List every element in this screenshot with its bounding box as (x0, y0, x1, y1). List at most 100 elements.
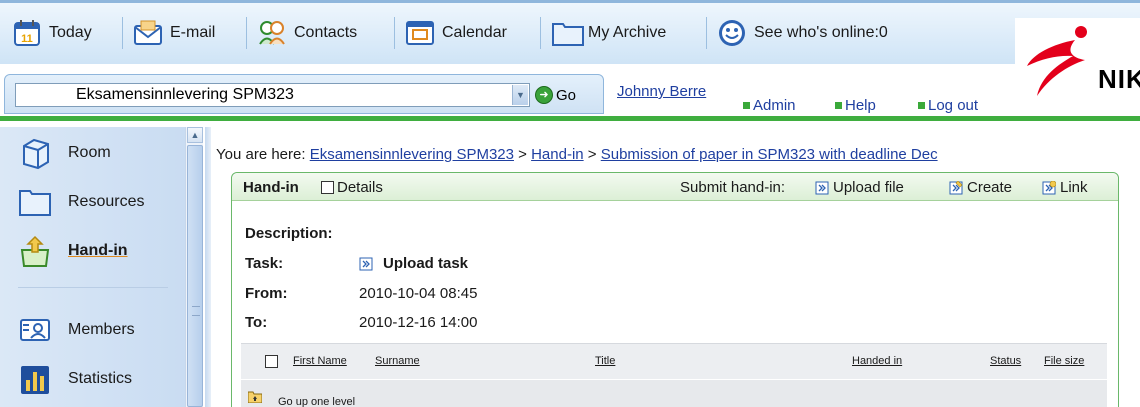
toolbar-contacts-label: Contacts (294, 24, 358, 41)
checkbox-icon[interactable] (321, 181, 334, 194)
logout-link-label: Log out (928, 97, 979, 114)
logout-link[interactable]: Log out (918, 97, 978, 114)
breadcrumb-link-hand-in[interactable]: Hand-in (531, 146, 584, 163)
toolbar-separator (122, 17, 123, 49)
sidebar-item-resources[interactable]: Resources (18, 184, 144, 220)
go-arrow-icon: ➜ (535, 86, 553, 104)
sidebar-item-statistics[interactable]: Statistics (18, 361, 132, 397)
column-header-handed-in[interactable]: Handed in (852, 355, 902, 367)
sidebar-item-room[interactable]: Room (18, 135, 111, 171)
toolbar-separator (394, 17, 395, 49)
toolbar-separator (246, 17, 247, 49)
contacts-people-icon (257, 18, 287, 48)
upload-icon (359, 257, 373, 271)
sidebar-item-label: Resources (68, 193, 145, 210)
scrollbar-grip (192, 306, 200, 316)
sidebar-scrollbar[interactable]: ▲ (185, 127, 203, 407)
members-card-icon (18, 313, 52, 347)
bullet-icon (743, 102, 750, 109)
link-button[interactable]: Link (1042, 179, 1088, 196)
smiley-online-icon (717, 18, 747, 48)
upload-file-label: Upload file (833, 179, 904, 196)
link-label: Link (1060, 179, 1088, 196)
toolbar-my-archive[interactable]: My Archive (551, 13, 666, 53)
admin-link[interactable]: Admin (743, 97, 796, 114)
column-header-surname[interactable]: Surname (375, 355, 420, 367)
room-cube-icon (18, 136, 52, 170)
details-label: Details (337, 179, 383, 196)
scroll-up-arrow-icon[interactable]: ▲ (187, 127, 203, 143)
column-header-status[interactable]: Status (990, 355, 1021, 367)
task-link[interactable]: Upload task (359, 255, 468, 272)
logo-mark-icon (1027, 26, 1087, 96)
hand-in-tray-icon (18, 234, 52, 268)
accent-divider (0, 116, 1140, 121)
toolbar-separator (540, 17, 541, 49)
breadcrumb-separator: > (587, 146, 597, 163)
course-selector-box: Eksamensinnlevering SPM323 ▼ ➜ Go (4, 74, 604, 114)
upload-file-button[interactable]: Upload file (815, 179, 904, 196)
app-window: 11 Today E-mail Contacts Calendar My Arc… (0, 0, 1140, 407)
breadcrumb-link-submission[interactable]: Submission of paper in SPM323 with deadl… (601, 146, 938, 163)
task-label: Task: (245, 255, 284, 272)
details-checkbox[interactable]: Details (321, 179, 383, 196)
course-select[interactable]: Eksamensinnlevering SPM323 ▼ (15, 83, 530, 107)
toolbar-separator (706, 17, 707, 49)
scrollbar-thumb[interactable] (187, 145, 203, 407)
bar-chart-icon (18, 362, 52, 396)
table-row[interactable]: Go up one level (241, 380, 1107, 407)
toolbar-calendar[interactable]: Calendar (405, 13, 507, 53)
to-value: 2010-12-16 14:00 (359, 314, 478, 331)
create-icon (949, 180, 963, 195)
envelope-icon (133, 18, 163, 48)
sidebar-item-members[interactable]: Members (18, 312, 135, 348)
breadcrumb-separator: > (518, 146, 527, 163)
go-button-label: Go (556, 86, 577, 104)
to-label: To: (245, 314, 268, 331)
toolbar-contacts[interactable]: Contacts (257, 13, 357, 53)
from-label: From: (245, 285, 288, 302)
create-button[interactable]: Create (949, 179, 1012, 196)
admin-link-label: Admin (753, 97, 796, 114)
sidebar-item-hand-in[interactable]: Hand-in (18, 233, 128, 269)
breadcrumb: You are here: Eksamensinnlevering SPM323… (216, 146, 1140, 163)
column-header-file-size[interactable]: File size (1044, 355, 1084, 367)
user-name-link[interactable]: Johnny Berre (617, 83, 706, 100)
hand-in-panel: Hand-in Details Submit hand-in: Upload f… (231, 172, 1119, 407)
toolbar-today[interactable]: 11 Today (12, 13, 92, 53)
link-icon (1042, 180, 1057, 195)
go-up-level-label[interactable]: Go up one level (278, 396, 355, 407)
help-link[interactable]: Help (835, 97, 876, 114)
toolbar-whos-online[interactable]: See who's online:0 (717, 13, 888, 53)
submit-hand-in-label: Submit hand-in: (680, 179, 786, 196)
sidebar-item-label: Hand-in (68, 242, 128, 259)
main-toolbar: 11 Today E-mail Contacts Calendar My Arc… (0, 0, 1140, 64)
column-header-first-name[interactable]: First Name (293, 355, 347, 367)
select-all-checkbox[interactable] (265, 355, 278, 368)
sidebar-item-label: Statistics (68, 370, 133, 387)
panel-title: Hand-in (243, 179, 299, 196)
logo-text: NIK (1098, 64, 1140, 94)
toolbar-calendar-label: Calendar (442, 24, 507, 41)
chevron-down-icon[interactable]: ▼ (512, 85, 528, 105)
sidebar-divider (18, 287, 168, 288)
toolbar-email[interactable]: E-mail (133, 13, 215, 53)
bullet-icon (835, 102, 842, 109)
upload-icon (815, 181, 829, 195)
calendar-window-icon (405, 18, 435, 48)
go-button[interactable]: ➜ Go (535, 84, 576, 106)
room-bar: Eksamensinnlevering SPM323 ▼ ➜ Go Johnny… (0, 64, 1015, 116)
sidebar-item-label: Room (68, 144, 111, 161)
breadcrumb-link-course[interactable]: Eksamensinnlevering SPM323 (310, 146, 514, 163)
description-label: Description: (245, 225, 333, 242)
create-label: Create (967, 179, 1013, 196)
column-header-title[interactable]: Title (595, 355, 615, 367)
content-edge (205, 127, 211, 407)
folder-up-icon (247, 390, 263, 404)
table-header: First Name Surname Title Handed in Statu… (241, 343, 1107, 379)
bullet-icon (918, 102, 925, 109)
toolbar-whos-online-label: See who's online:0 (754, 24, 888, 41)
toolbar-today-label: Today (49, 24, 92, 41)
toolbar-my-archive-label: My Archive (588, 24, 667, 41)
today-badge-text: 11 (21, 33, 33, 45)
